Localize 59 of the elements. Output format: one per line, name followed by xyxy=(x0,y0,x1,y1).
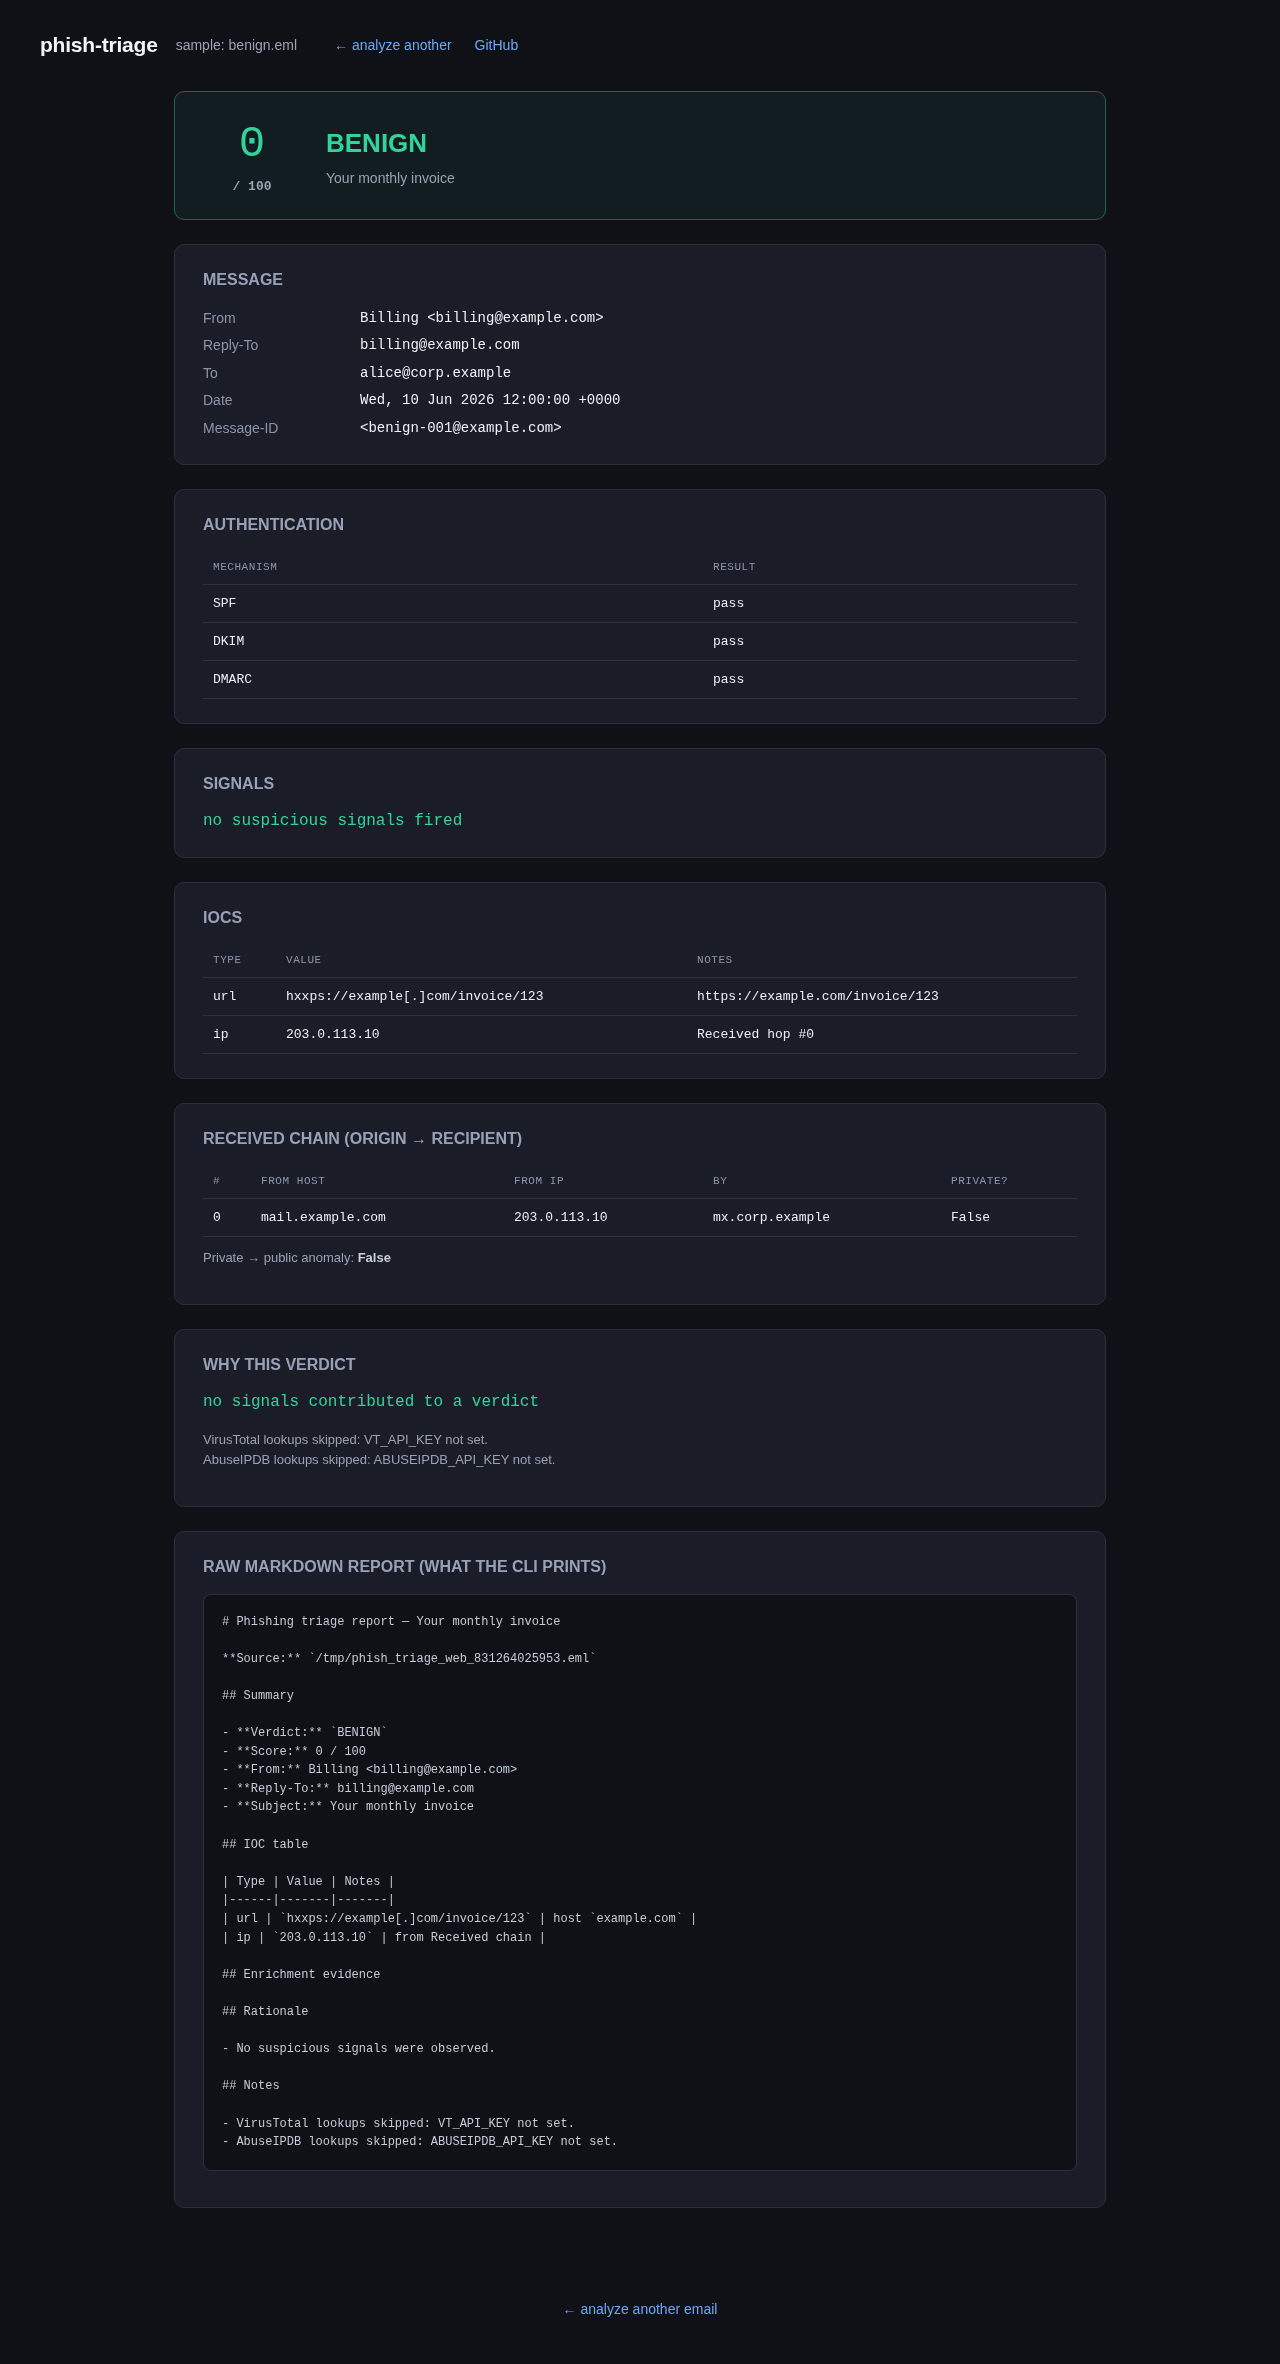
field-label: From xyxy=(203,308,236,328)
column-header: MECHANISM xyxy=(203,550,703,584)
column-header: BY xyxy=(703,1164,941,1198)
section-heading: MESSAGE xyxy=(203,270,284,290)
table-cell: False xyxy=(941,1198,1077,1236)
column-header: NOTES xyxy=(687,943,1077,977)
field-label: Date xyxy=(203,391,233,411)
empty-state-text: no suspicious signals fired xyxy=(203,810,464,832)
column-header: VALUE xyxy=(276,943,687,977)
section-heading: AUTHENTICATION xyxy=(203,514,346,535)
column-header: FROM IP xyxy=(504,1164,703,1198)
column-header: FROM HOST xyxy=(251,1164,504,1198)
table-cell: https://example.com/invoice/123 xyxy=(687,977,1077,1015)
app-title: phish-triage xyxy=(40,32,158,58)
field-value: billing@example.com xyxy=(360,336,520,356)
verdict-label: BENIGN xyxy=(326,127,429,159)
table-cell: DMARC xyxy=(203,660,703,698)
section-heading: RAW MARKDOWN REPORT (WHAT THE CLI PRINTS) xyxy=(203,1556,608,1577)
table-cell: SPF xyxy=(203,584,703,622)
column-header: RESULT xyxy=(703,550,1077,584)
field-label: Message-ID xyxy=(203,418,279,438)
section-heading: IOCS xyxy=(203,907,244,928)
table-cell: DKIM xyxy=(203,622,703,660)
github-link[interactable]: GitHub xyxy=(474,35,519,55)
column-header: PRIVATE? xyxy=(941,1164,1077,1198)
table-cell: url xyxy=(203,977,276,1015)
field-value: Billing <billing@example.com> xyxy=(360,308,604,328)
column-header: # xyxy=(203,1164,251,1198)
note-text: VirusTotal lookups skipped: VT_API_KEY not set. xyxy=(203,1430,489,1449)
field-label: Reply-To xyxy=(203,336,259,356)
code-block: # Phishing triage report — Your monthly invoice **Source:** `/tmp/phish_triage_web_831264025953.eml` ## Summary - **Verdict:** `BENIGN` - **Score:** 0 / 100 - **From:** Billing <billing@example.com> - **Reply-To:** billing@example.com - **Subject:** Your monthly invoice ## IOC table | Type | Value | Notes | |------|-------|-------| | url | `hxxps://example[.]com/invoice/123` | host `example.com` | | ip | `203.0.113.10` | from Received chain | ## Enrichment evidence ## Rationale - No suspicious signals were observed. ## Notes - VirusTotal lookups skipped: VT_API_KEY not set. - AbuseIPDB lookups skipped: ABUSEIPDB_API_KEY not set. xyxy=(203,1593,1077,2171)
field-value: alice@corp.example xyxy=(360,363,512,383)
table-cell: 0 xyxy=(203,1198,251,1236)
field-label: To xyxy=(203,363,218,383)
verdict-summary: no signals contributed to a verdict xyxy=(203,1391,541,1413)
section-heading: WHY THIS VERDICT xyxy=(203,1354,357,1375)
section-heading: RECEIVED CHAIN (ORIGIN → RECIPIENT) xyxy=(203,1128,524,1149)
note-text: AbuseIPDB lookups skipped: ABUSEIPDB_API_KEY not set. xyxy=(203,1450,557,1469)
table-cell: Received hop #0 xyxy=(687,1015,1077,1053)
subject-text: Your monthly invoice xyxy=(326,169,455,188)
table-cell: ip xyxy=(203,1015,276,1053)
table-cell: hxxps://example[.]com/invoice/123 xyxy=(276,977,687,1015)
back-link[interactable]: ← analyze another xyxy=(334,35,452,55)
section-heading: SIGNALS xyxy=(203,773,276,794)
anomaly-note: Private → public anomaly: False xyxy=(203,1248,392,1267)
column-header: TYPE xyxy=(203,943,276,977)
table-cell: pass xyxy=(703,584,1077,622)
table-cell: pass xyxy=(703,622,1077,660)
score-value: 0 xyxy=(238,120,266,168)
sample-filename: sample: benign.eml xyxy=(175,36,298,55)
field-value: <benign-001@example.com> xyxy=(360,418,562,438)
table-cell: 203.0.113.10 xyxy=(276,1015,687,1053)
table-cell: 203.0.113.10 xyxy=(504,1198,703,1236)
back-link[interactable]: ← analyze another email xyxy=(562,2298,718,2319)
table-cell: mail.example.com xyxy=(251,1198,504,1236)
field-value: Wed, 10 Jun 2026 12:00:00 +0000 xyxy=(360,391,621,411)
table-cell: mx.corp.example xyxy=(703,1198,941,1236)
table-cell: pass xyxy=(703,660,1077,698)
score-max: / 100 xyxy=(232,178,272,196)
